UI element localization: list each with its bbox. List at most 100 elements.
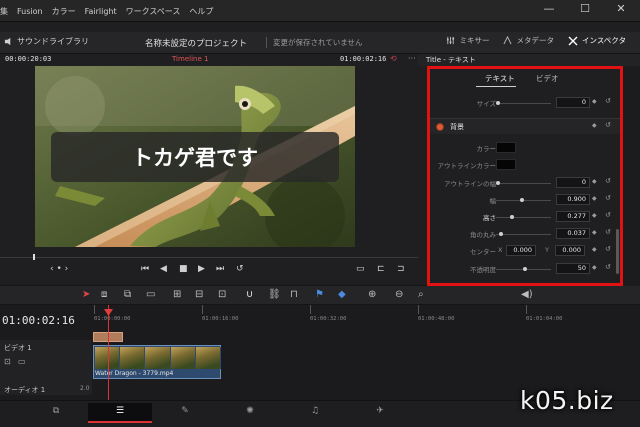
maximize-button[interactable]: ☐ xyxy=(578,2,592,15)
height-field[interactable]: 0.277 xyxy=(556,211,590,222)
last-frame-icon[interactable]: ⏭ xyxy=(216,264,224,274)
link-icon[interactable]: ⛓ xyxy=(268,289,281,300)
outline-color-swatch[interactable] xyxy=(496,159,516,170)
pointer-tool-icon[interactable]: ➤ xyxy=(82,289,90,300)
menu-item-fairlight[interactable]: Fairlight xyxy=(85,7,117,16)
fusion-page-icon[interactable]: ✎ xyxy=(173,406,197,420)
tab-text[interactable]: テキスト xyxy=(485,73,515,84)
lock-icon[interactable]: ⊓ xyxy=(290,289,298,300)
height-knob[interactable] xyxy=(510,215,514,219)
blade-tool-icon[interactable]: ▭ xyxy=(146,289,155,300)
keyframe-icon[interactable]: ◆ xyxy=(592,246,597,253)
center-y-field[interactable]: 0.000 xyxy=(555,245,585,256)
keyframe-icon[interactable]: ◆ xyxy=(592,98,597,105)
play-reverse-icon[interactable]: ◀ xyxy=(160,264,167,274)
reset-icon[interactable]: ↺ xyxy=(605,177,611,185)
viewer-options-icon[interactable]: ⟲ xyxy=(390,54,397,63)
stop-icon[interactable]: ■ xyxy=(179,264,188,274)
reset-icon[interactable]: ↺ xyxy=(605,97,611,105)
first-frame-icon[interactable]: ⏮ xyxy=(141,264,149,274)
track-lock-icon[interactable]: ⊡ xyxy=(4,357,11,366)
size-slider-knob[interactable] xyxy=(496,101,500,105)
mixer-button[interactable]: ミキサー xyxy=(446,35,489,46)
timeline-playhead[interactable] xyxy=(108,305,109,400)
outline-width-knob[interactable] xyxy=(496,181,500,185)
opacity-knob[interactable] xyxy=(523,267,527,271)
inspector-scrollbar[interactable] xyxy=(616,229,619,274)
menu-item-edit[interactable]: 集 xyxy=(0,6,8,17)
track-enable-icon[interactable]: ▭ xyxy=(18,357,26,366)
reset-icon[interactable]: ↺ xyxy=(605,211,611,219)
viewer-scrub-bar[interactable] xyxy=(0,253,418,261)
zoom-detail-icon[interactable]: ⊖ xyxy=(395,289,403,300)
edit-page-icon[interactable]: ☰ xyxy=(108,406,132,420)
timeline-selector[interactable]: Timeline 1 xyxy=(172,55,208,63)
insert-clip-icon[interactable]: ⊞ xyxy=(173,289,181,300)
color-page-icon[interactable]: ✺ xyxy=(238,406,262,420)
zoom-custom-icon[interactable]: ⌕ xyxy=(418,289,424,300)
corner-radius-knob[interactable] xyxy=(499,232,503,236)
outline-width-slider[interactable] xyxy=(496,183,551,184)
width-knob[interactable] xyxy=(520,198,524,202)
opacity-field[interactable]: 50 xyxy=(556,263,590,274)
reset-icon[interactable]: ↺ xyxy=(605,245,611,253)
replace-clip-icon[interactable]: ⊡ xyxy=(218,289,226,300)
snapping-icon[interactable]: ∪ xyxy=(246,289,253,300)
keyframe-icon[interactable]: ◆ xyxy=(592,122,597,129)
menu-item-workspace[interactable]: ワークスペース xyxy=(126,6,181,17)
loop-icon[interactable]: ↺ xyxy=(236,264,244,274)
mark-out-icon[interactable]: ⊐ xyxy=(397,264,405,274)
deliver-page-icon[interactable]: ✈ xyxy=(368,406,392,420)
dynamic-trim-icon[interactable]: ⧉ xyxy=(124,289,131,300)
fairlight-page-icon[interactable]: ♫ xyxy=(303,406,327,420)
corner-radius-slider[interactable] xyxy=(496,234,551,235)
match-frame-icon[interactable]: ▭ xyxy=(356,264,365,274)
sound-library-button[interactable]: サウンドライブラリ xyxy=(4,36,89,47)
flag-icon[interactable]: ⚑ xyxy=(315,289,324,300)
video-clip[interactable]: Water Dragon - 3779.mp4 xyxy=(93,345,222,379)
keyframe-icon[interactable]: ◆ xyxy=(592,212,597,219)
mark-in-icon[interactable]: ⊏ xyxy=(377,264,385,274)
reset-icon[interactable]: ↺ xyxy=(605,228,611,236)
volume-icon[interactable]: ◀) xyxy=(521,289,533,300)
keyframe-icon[interactable]: ◆ xyxy=(592,229,597,236)
color-swatch[interactable] xyxy=(496,142,516,153)
video-preview[interactable]: トカゲ君です xyxy=(35,66,355,247)
keyframe-icon[interactable]: ◆ xyxy=(592,264,597,271)
background-enable-toggle[interactable] xyxy=(436,123,444,131)
center-x-field[interactable]: 0.000 xyxy=(506,245,536,256)
marker-icon[interactable]: ◆ xyxy=(338,289,346,300)
jog-icon[interactable]: ‹ • › xyxy=(50,264,68,274)
inspector-button[interactable]: インスペクタ xyxy=(568,35,626,46)
size-field[interactable]: 0 xyxy=(556,97,590,108)
height-slider[interactable] xyxy=(496,217,551,218)
minimize-button[interactable]: — xyxy=(542,2,556,15)
menu-item-fusion[interactable]: Fusion xyxy=(17,7,43,16)
title-text[interactable]: トカゲ君です xyxy=(51,132,339,182)
outline-width-field[interactable]: 0 xyxy=(556,177,590,188)
play-icon[interactable]: ▶ xyxy=(198,264,205,274)
trim-tool-icon[interactable]: ⧈ xyxy=(101,289,107,300)
reset-icon[interactable]: ↺ xyxy=(605,194,611,202)
menu-item-color[interactable]: カラー xyxy=(52,6,76,17)
media-page-icon[interactable]: ⧉ xyxy=(44,406,68,420)
tab-video[interactable]: ビデオ xyxy=(536,73,559,84)
scrub-playhead[interactable] xyxy=(33,254,35,260)
width-field[interactable]: 0.900 xyxy=(556,194,590,205)
audio-track-header[interactable]: オーディオ 1 2.0 xyxy=(0,383,92,395)
menu-item-help[interactable]: ヘルプ xyxy=(189,6,213,17)
reset-icon[interactable]: ↺ xyxy=(605,263,611,271)
background-section-header[interactable]: 背景 ◆ ↺ xyxy=(430,118,620,134)
close-button[interactable]: ✕ xyxy=(614,2,628,15)
video-track-header[interactable]: ビデオ 1 ⊡ ▭ xyxy=(0,340,92,384)
reset-icon[interactable]: ↺ xyxy=(605,121,611,129)
more-options-icon[interactable]: ··· xyxy=(408,54,416,63)
metadata-button[interactable]: メタデータ xyxy=(503,35,554,46)
size-slider[interactable] xyxy=(496,103,551,104)
keyframe-icon[interactable]: ◆ xyxy=(592,178,597,185)
zoom-full-icon[interactable]: ⊕ xyxy=(368,289,376,300)
corner-radius-field[interactable]: 0.037 xyxy=(556,228,590,239)
keyframe-icon[interactable]: ◆ xyxy=(592,195,597,202)
overwrite-clip-icon[interactable]: ⊟ xyxy=(195,289,203,300)
timeline-ruler[interactable]: 01:00:00:00 01:00:16:00 01:00:32:00 01:0… xyxy=(92,305,640,327)
